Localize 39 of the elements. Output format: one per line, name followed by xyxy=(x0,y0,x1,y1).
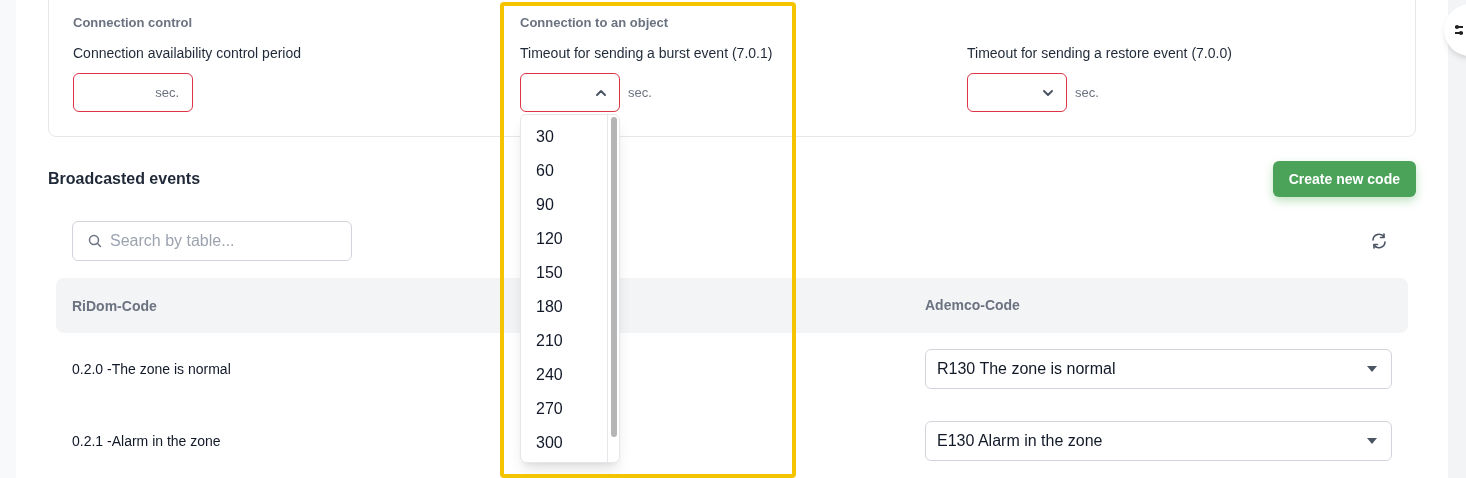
select-value: R130 The zone is normal xyxy=(937,359,1116,379)
chevron-icon xyxy=(1042,87,1054,98)
table-cell: 0.2.0 -The zone is normal xyxy=(72,361,231,377)
select-field[interactable] xyxy=(520,73,620,112)
dropdown-option[interactable]: 210 xyxy=(521,324,607,358)
caret-icon xyxy=(1367,438,1377,444)
dropdown-option[interactable]: 270 xyxy=(521,392,607,426)
sliders-icon xyxy=(1454,24,1464,36)
field-label: Timeout for sending a restore event (7.0.0) xyxy=(967,45,1233,61)
unit-label: sec. xyxy=(628,83,652,102)
caret-icon xyxy=(1367,366,1377,372)
dropdown-option[interactable]: 30 xyxy=(521,120,607,154)
field-label: Timeout for sending a burst event (7.0.1) xyxy=(520,45,774,61)
select-field[interactable] xyxy=(967,73,1067,112)
code-select[interactable]: R130 The zone is normal xyxy=(925,349,1392,389)
unit-label: sec. xyxy=(1075,83,1099,102)
column-header: RiDom-Code xyxy=(72,297,157,314)
select-value: E130 Alarm in the zone xyxy=(937,431,1103,451)
scrollbar-thumb[interactable] xyxy=(610,117,617,437)
dropdown-option[interactable]: 150 xyxy=(521,256,607,290)
dropdown-option[interactable]: 120 xyxy=(521,222,607,256)
unit-label: sec. xyxy=(155,83,179,102)
dropdown-option[interactable]: 60 xyxy=(521,154,607,188)
dropdown-option[interactable]: 240 xyxy=(521,358,607,392)
search-placeholder: Search by table... xyxy=(110,231,235,251)
dropdown-option[interactable]: 180 xyxy=(521,290,607,324)
section-title: Broadcasted events xyxy=(48,169,201,189)
input-field[interactable]: sec. xyxy=(73,73,193,112)
section-heading: Connection to an object xyxy=(520,15,670,31)
column-header: Ademco-Code xyxy=(925,296,1020,315)
section-heading: Connection control xyxy=(73,15,194,31)
refresh-icon[interactable] xyxy=(1370,233,1388,249)
field-label: Connection availability control period xyxy=(73,45,303,61)
table-cell: 0.2.1 -Alarm in the zone xyxy=(72,433,221,449)
chevron-icon xyxy=(595,87,607,98)
dropdown-option[interactable]: 90 xyxy=(521,188,607,222)
search-icon xyxy=(88,234,102,248)
code-select[interactable]: E130 Alarm in the zone xyxy=(925,421,1392,461)
dropdown-option[interactable]: 300 xyxy=(521,426,607,460)
